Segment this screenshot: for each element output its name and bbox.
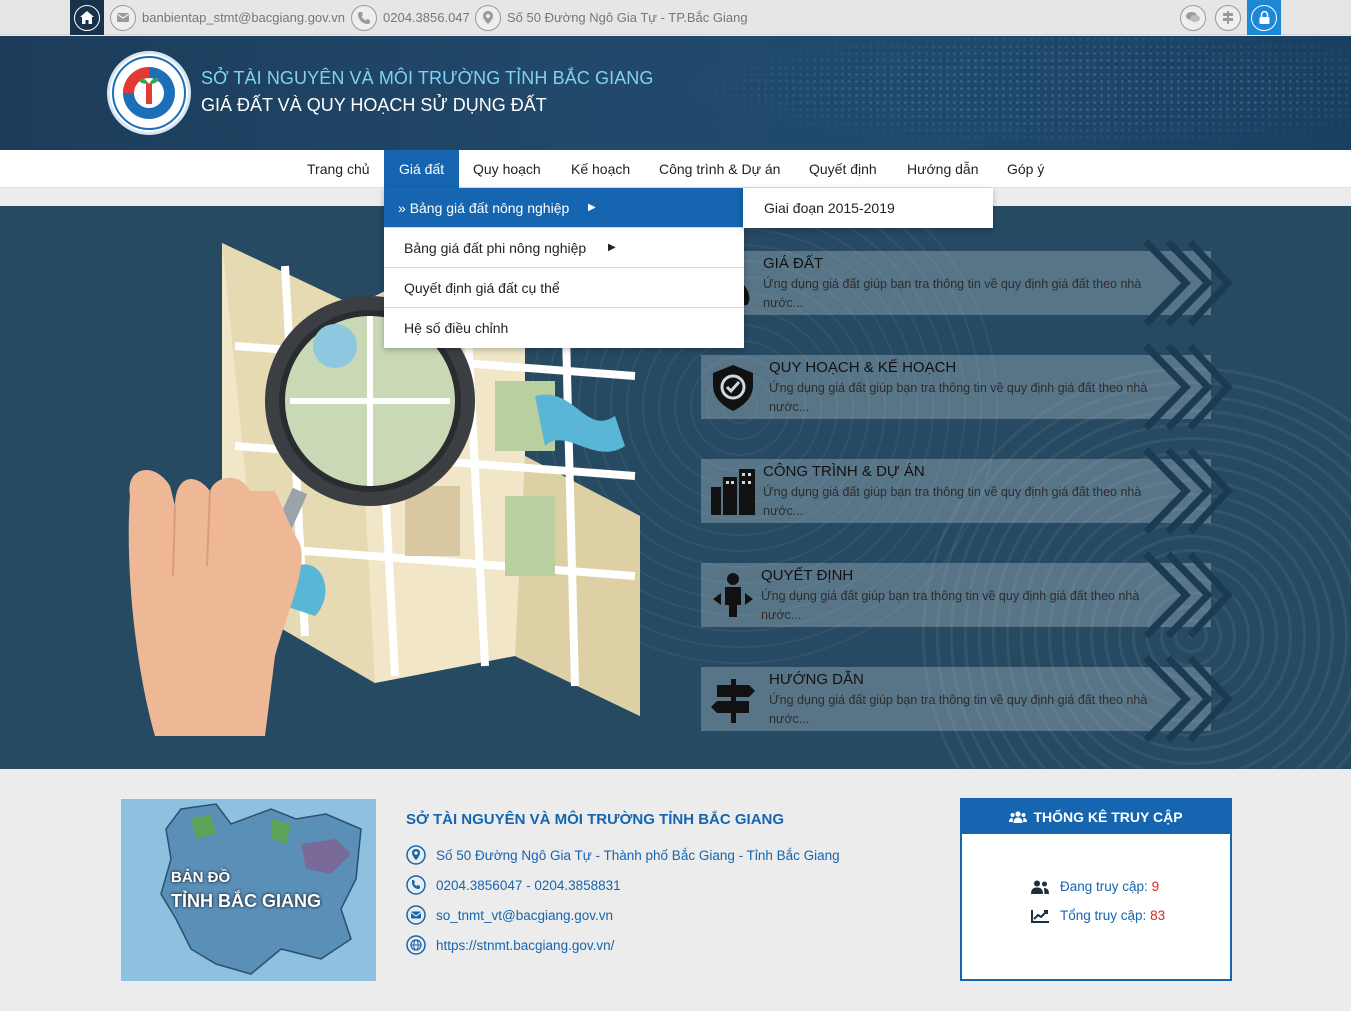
dropdown-item-nonagri-price[interactable]: Bảng giá đất phi nông nghiệp ▶ <box>384 228 744 268</box>
dropdown-item-specific-decision[interactable]: Quyết định giá đất cụ thể <box>384 268 744 308</box>
caret-right-icon: ▶ <box>588 202 596 213</box>
caret-right-icon: ▶ <box>608 242 616 253</box>
topbar-address-text: Số 50 Đường Ngô Gia Tự - TP.Bắc Giang <box>507 10 748 25</box>
map-label-top: BẢN ĐỒ <box>171 869 231 886</box>
feature-planning[interactable]: QUY HOẠCH & KẾ HOẠCH Ứng dụng giá đất gi… <box>701 355 1211 419</box>
dropdown-item-label: Bảng giá đất phi nông nghiệp <box>404 240 587 256</box>
nav-feedback[interactable]: Góp ý <box>992 150 1059 188</box>
stat-total: Tổng truy cập: 83 <box>1030 908 1165 923</box>
nav-plan[interactable]: Kế hoạch <box>556 150 645 188</box>
home-icon <box>74 4 100 31</box>
stat-total-label: Tổng truy cập: <box>1060 908 1147 923</box>
topbar-phone[interactable]: 0204.3856.047 <box>351 4 470 31</box>
stat-total-value: 83 <box>1150 908 1166 923</box>
footer-email[interactable]: so_tnmt_vt@bacgiang.gov.vn <box>406 904 613 926</box>
map-marker-icon <box>406 845 426 865</box>
nav-planning[interactable]: Quy hoạch <box>458 150 556 188</box>
chat-button[interactable] <box>1176 0 1210 35</box>
comments-icon <box>1180 4 1206 31</box>
topbar-email[interactable]: banbientap_stmt@bacgiang.gov.vn <box>110 4 345 31</box>
nav-decisions[interactable]: Quyết định <box>794 150 892 188</box>
feature-title: QUYẾT ĐỊNH <box>761 567 854 584</box>
home-button[interactable] <box>70 0 104 35</box>
stats-title: THỐNG KÊ TRUY CẬP <box>1033 809 1183 825</box>
login-button[interactable] <box>1247 0 1281 35</box>
footer-title: SỞ TÀI NGUYÊN VÀ MÔI TRƯỜNG TỈNH BẮC GIA… <box>406 811 785 828</box>
shield-check-icon <box>709 363 757 411</box>
feature-title: CÔNG TRÌNH & DỰ ÁN <box>763 463 925 480</box>
sitemap-button[interactable] <box>1211 0 1245 35</box>
feature-desc: Ứng dụng giá đất giúp bạn tra thông tin … <box>763 277 1142 310</box>
site-header: SỞ TÀI NGUYÊN VÀ MÔI TRƯỜNG TỈNH BẮC GIA… <box>0 36 1351 150</box>
dropdown-item-label: Bảng giá đất nông nghiệp <box>409 200 570 216</box>
chevron-right-icon <box>1143 239 1233 327</box>
envelope-icon <box>110 4 136 31</box>
visit-stats-box: THỐNG KÊ TRUY CẬP Đang truy cập: 9 Tổng … <box>960 798 1232 981</box>
footer-phone[interactable]: 0204.3856047 - 0204.3858831 <box>406 874 621 896</box>
dropdown-item-adjust-coef[interactable]: Hệ số điều chỉnh <box>384 308 744 348</box>
feature-desc: Ứng dụng giá đất giúp bạn tra thông tin … <box>769 381 1148 414</box>
envelope-icon <box>406 905 426 925</box>
map-marker-icon <box>475 4 501 31</box>
footer-email-text: so_tnmt_vt@bacgiang.gov.vn <box>436 907 614 923</box>
top-bar: banbientap_stmt@bacgiang.gov.vn 0204.385… <box>0 0 1351 35</box>
header-title-site: GIÁ ĐẤT VÀ QUY HOẠCH SỬ DỤNG ĐẤT <box>201 95 547 115</box>
nav-projects[interactable]: Công trình & Dự án <box>644 150 795 188</box>
site-logo[interactable] <box>107 51 191 135</box>
footer-website[interactable]: https://stnmt.bacgiang.gov.vn/ <box>406 934 614 956</box>
footer-website-link: https://stnmt.bacgiang.gov.vn/ <box>436 937 615 953</box>
feature-land-price[interactable]: GIÁ ĐẤT Ứng dụng giá đất giúp bạn tra th… <box>701 251 1211 315</box>
signpost-icon <box>1215 4 1241 31</box>
globe-icon <box>406 935 426 955</box>
chevron-right-icon <box>1143 447 1233 535</box>
nav-land-price[interactable]: Giá đất <box>384 150 460 188</box>
chevron-right-icon <box>1143 551 1233 639</box>
decision-person-icon <box>709 571 757 619</box>
stat-online-value: 9 <box>1151 879 1160 894</box>
nav-home[interactable]: Trang chủ <box>292 150 385 188</box>
topbar-address[interactable]: Số 50 Đường Ngô Gia Tự - TP.Bắc Giang <box>475 4 748 31</box>
feature-decisions[interactable]: QUYẾT ĐỊNH Ứng dụng giá đất giúp bạn tra… <box>701 563 1211 627</box>
footer-address-text: Số 50 Đường Ngô Gia Tự - Thành phố Bắc G… <box>436 847 840 863</box>
feature-desc: Ứng dụng giá đất giúp bạn tra thông tin … <box>769 693 1148 726</box>
double-chevron-icon: » <box>398 200 406 216</box>
chevron-right-icon <box>1143 655 1233 743</box>
province-map-image <box>121 799 376 981</box>
province-map-banner[interactable]: BẢN ĐỒ TỈNH BẮC GIANG <box>121 799 376 981</box>
main-nav: Trang chủ Giá đất Quy hoạch Kế hoạch Côn… <box>0 150 1351 188</box>
stats-header: THỐNG KÊ TRUY CẬP <box>962 800 1230 834</box>
user-group-icon <box>1031 880 1049 894</box>
header-title-agency: SỞ TÀI NGUYÊN VÀ MÔI TRƯỜNG TỈNH BẮC GIA… <box>201 68 654 88</box>
footer-phone-text: 0204.3856047 - 0204.3858831 <box>436 877 621 893</box>
line-chart-icon <box>1031 909 1049 923</box>
map-label-bottom: TỈNH BẮC GIANG <box>171 891 321 911</box>
chevron-right-icon <box>1143 343 1233 431</box>
dropdown-item-agri-price[interactable]: » Bảng giá đất nông nghiệp ▶ <box>384 188 744 228</box>
topbar-phone-text: 0204.3856.047 <box>383 10 470 25</box>
feature-title: HƯỚNG DẪN <box>769 671 864 688</box>
feature-title: GIÁ ĐẤT <box>763 255 824 272</box>
phone-icon <box>351 4 377 31</box>
buildings-icon <box>709 467 757 515</box>
feature-desc: Ứng dụng giá đất giúp bạn tra thông tin … <box>761 589 1140 622</box>
stat-online-label: Đang truy cập: <box>1060 879 1148 894</box>
feature-guide[interactable]: HƯỚNG DẪN Ứng dụng giá đất giúp bạn tra … <box>701 667 1211 731</box>
users-icon <box>1009 811 1028 823</box>
topbar-email-text: banbientap_stmt@bacgiang.gov.vn <box>142 10 346 25</box>
footer-address: Số 50 Đường Ngô Gia Tự - Thành phố Bắc G… <box>406 844 840 866</box>
phone-icon <box>406 875 426 895</box>
feature-projects[interactable]: CÔNG TRÌNH & DỰ ÁN Ứng dụng giá đất giúp… <box>701 459 1211 523</box>
site-footer: BẢN ĐỒ TỈNH BẮC GIANG SỞ TÀI NGUYÊN VÀ M… <box>0 769 1351 1011</box>
submenu-item-2015-2019[interactable]: Giai đoạn 2015-2019 <box>743 188 993 228</box>
nav-guide[interactable]: Hướng dẫn <box>892 150 993 188</box>
world-map-dots <box>671 36 1351 150</box>
feature-desc: Ứng dụng giá đất giúp bạn tra thông tin … <box>763 485 1142 518</box>
stat-online: Đang truy cập: 9 <box>1030 879 1159 894</box>
signpost-direction-icon <box>709 675 757 723</box>
land-price-dropdown: » Bảng giá đất nông nghiệp ▶ Bảng giá đấ… <box>384 188 744 348</box>
lock-icon <box>1251 4 1277 31</box>
feature-title: QUY HOẠCH & KẾ HOẠCH <box>769 359 957 376</box>
